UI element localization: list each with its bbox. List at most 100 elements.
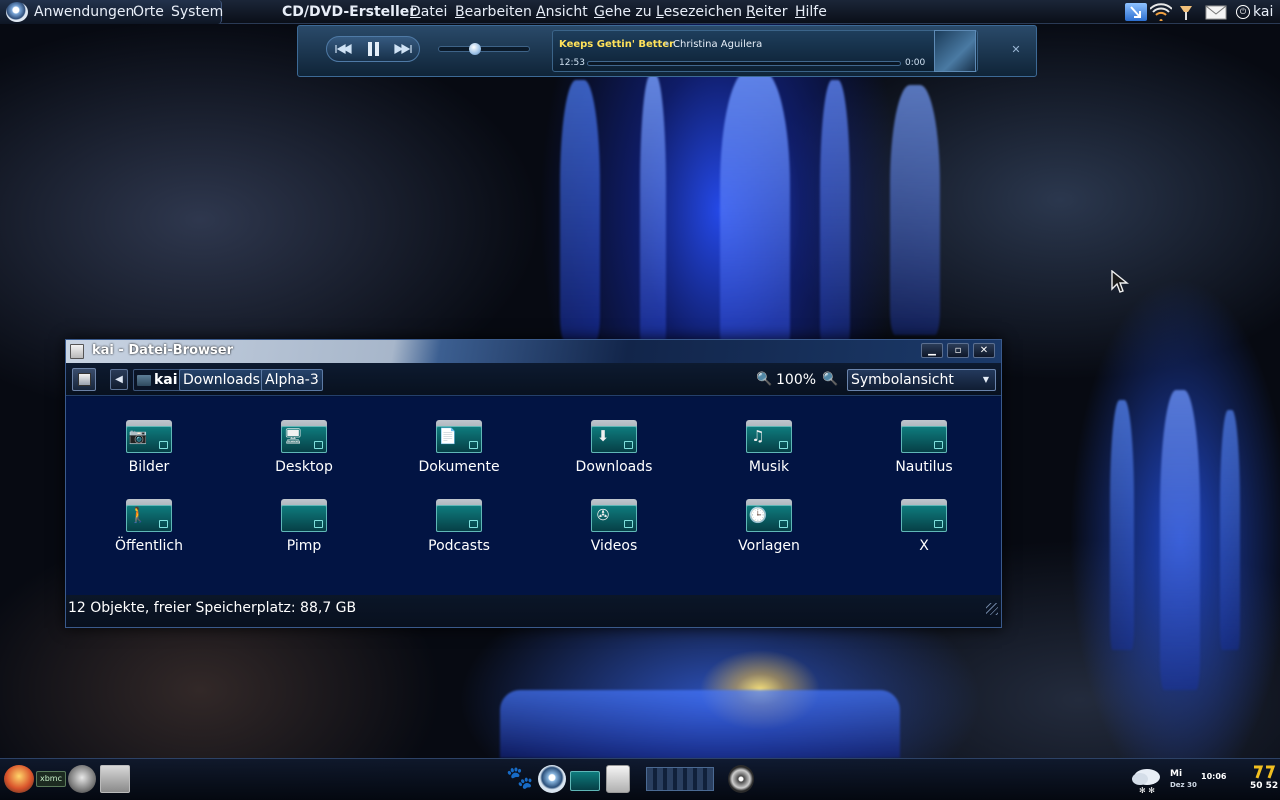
folder-front-shape — [436, 505, 482, 532]
player-close-button[interactable]: ✕ — [1008, 42, 1024, 58]
maximize-button[interactable]: ▫ — [947, 343, 969, 358]
updater-icon[interactable] — [1125, 3, 1147, 21]
waterfall-streak — [820, 80, 850, 350]
folder-item[interactable]: 📄 Dokumente — [389, 419, 529, 485]
minimize-icon: ▁ — [928, 345, 936, 356]
folder-icon: ⬇ — [591, 419, 637, 453]
waterfall-streak — [1160, 390, 1200, 690]
download-icon: ⬇ — [596, 427, 610, 445]
active-app-name[interactable]: CD/DVD-Ersteller — [282, 0, 416, 24]
menu-edit[interactable]: Bearbeiten — [455, 0, 532, 24]
time-elapsed: 12:53 — [559, 58, 585, 68]
clock-date: Dez 30 — [1170, 781, 1197, 789]
waterfall-streak — [1220, 410, 1240, 650]
zoom-in-button[interactable]: 🔍 — [822, 372, 838, 388]
toggle-location-entry-button[interactable] — [72, 368, 96, 391]
window-title: kai - Datei-Browser — [92, 343, 233, 358]
folder-item[interactable]: X — [854, 498, 994, 564]
file-cabinet-launcher-icon[interactable] — [100, 765, 130, 793]
folder-icon — [901, 498, 947, 532]
close-button[interactable]: ✕ — [973, 343, 995, 358]
breadcrumb-alpha-3[interactable]: Alpha-3 — [261, 369, 323, 391]
maximize-icon: ▫ — [954, 345, 962, 356]
home-folder-launcher-icon[interactable] — [570, 771, 600, 791]
track-progress-bar[interactable] — [587, 61, 901, 66]
menu-mnemonic: B — [455, 4, 465, 20]
folder-item[interactable]: 🚶 Öffentlich — [79, 498, 219, 564]
audio-launcher-icon[interactable] — [728, 765, 754, 793]
volume-slider[interactable] — [438, 46, 530, 52]
waterfall-streak — [640, 75, 666, 355]
browser-launcher-icon[interactable] — [538, 765, 566, 793]
folder-item[interactable]: 🖥 Desktop — [234, 419, 374, 485]
menu-system[interactable]: System — [171, 0, 223, 24]
menu-file[interactable]: Datei — [410, 0, 447, 24]
gimp-launcher-icon[interactable]: 🐾 — [506, 765, 534, 793]
text-editor-launcher-icon[interactable] — [606, 765, 630, 793]
menu-help[interactable]: Hilfe — [795, 0, 827, 24]
resize-grip[interactable] — [986, 603, 998, 615]
status-text: 12 Objekte, freier Speicherplatz: 88,7 G… — [68, 600, 357, 616]
menu-applications[interactable]: Anwendungen — [34, 0, 134, 24]
weather-snow-icon[interactable]: ✻ ✻ — [1130, 765, 1164, 795]
folder-label: Öffentlich — [115, 538, 183, 554]
menu-places[interactable]: Orte — [133, 0, 164, 24]
menu-mnemonic: G — [594, 4, 605, 20]
xbmc-launcher[interactable]: xbmc — [36, 771, 66, 787]
zoom-out-button[interactable]: 🔍 — [756, 372, 772, 388]
mail-icon[interactable] — [1205, 3, 1227, 21]
minimize-button[interactable]: ▁ — [921, 343, 943, 358]
folder-item[interactable]: ✇ Videos — [544, 498, 684, 564]
folder-item[interactable]: Nautilus — [854, 419, 994, 485]
film-reel-icon: ✇ — [596, 506, 610, 524]
network-icon[interactable] — [1176, 3, 1196, 21]
bottom-dock: xbmc 🐾 ✻ ✻ Mi Dez 30 10:06 50 52 — [0, 758, 1280, 800]
window-titlebar[interactable]: kai - Datei-Browser ▁ ▫ ✕ — [66, 340, 1001, 363]
folder-item[interactable]: 🕒 Vorlagen — [699, 498, 839, 564]
cpu-monitor-icon — [1254, 765, 1276, 779]
volume-slider-knob[interactable] — [468, 43, 481, 55]
workspace-switcher[interactable] — [646, 767, 714, 791]
folder-item[interactable]: ⬇ Downloads — [544, 419, 684, 485]
media-player-launcher-icon[interactable] — [68, 765, 96, 793]
location-icon — [78, 373, 91, 386]
clock-time[interactable]: 10:06 — [1201, 772, 1226, 781]
breadcrumb-scroll-left-button[interactable]: ◀ — [110, 369, 128, 390]
person-icon: 🚶 — [128, 506, 148, 524]
view-mode-select[interactable]: Symbolansicht ▼ — [847, 369, 996, 391]
chevron-left-icon: ◀ — [115, 374, 123, 385]
folder-item[interactable]: Pimp — [234, 498, 374, 564]
menu-tabs[interactable]: Reiter — [746, 0, 787, 24]
folder-label: Podcasts — [428, 538, 490, 554]
file-cabinet-icon[interactable] — [70, 344, 84, 359]
waterfall-streak — [1110, 400, 1134, 650]
distro-logo-icon[interactable] — [6, 2, 28, 22]
previous-track-button[interactable] — [327, 37, 357, 61]
menu-view[interactable]: Ansicht — [536, 0, 588, 24]
folder-label: Videos — [590, 538, 638, 554]
pause-button[interactable] — [359, 37, 389, 61]
menu-label: ilfe — [805, 4, 827, 20]
folder-icon: 🚶 — [126, 498, 172, 532]
cpu-monitor-value: 50 52 — [1250, 781, 1279, 791]
folder-icon: 🖥 — [281, 419, 327, 453]
folder-item[interactable]: 📷 Bilder — [79, 419, 219, 485]
menu-mnemonic: D — [410, 4, 421, 20]
status-bar: 12 Objekte, freier Speicherplatz: 88,7 G… — [66, 595, 1001, 627]
track-separator: • — [664, 39, 670, 50]
user-switcher[interactable]: ⏻ kai — [1236, 0, 1280, 24]
previous-icon — [335, 43, 352, 55]
next-track-button[interactable] — [389, 37, 419, 61]
firefox-launcher-icon[interactable] — [4, 765, 34, 793]
folder-icon: 📄 — [436, 419, 482, 453]
breadcrumb-home[interactable]: kai — [133, 369, 182, 391]
folder-item[interactable]: Podcasts — [389, 498, 529, 564]
zoom-level[interactable]: 100% — [776, 370, 816, 390]
menu-go[interactable]: Gehe zu — [594, 0, 652, 24]
folder-item[interactable]: ♫ Musik — [699, 419, 839, 485]
folder-label: Bilder — [128, 459, 170, 475]
menu-bookmarks[interactable]: Lesezeichen — [656, 0, 742, 24]
breadcrumb-downloads[interactable]: Downloads — [179, 369, 264, 391]
wifi-icon[interactable] — [1150, 3, 1172, 21]
folder-icon: 🕒 — [746, 498, 792, 532]
